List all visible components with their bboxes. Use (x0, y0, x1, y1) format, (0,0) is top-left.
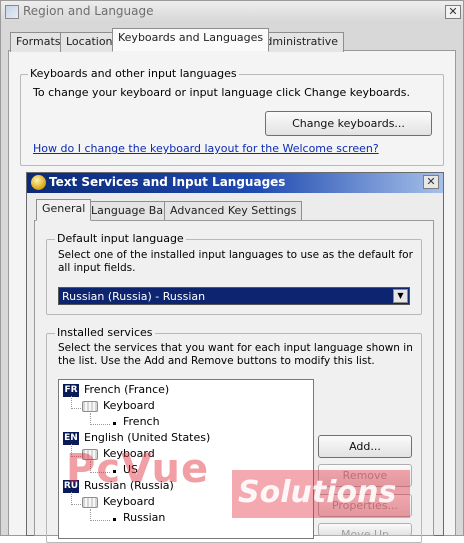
dialog-close-button[interactable]: ✕ (423, 175, 439, 189)
welcome-screen-link[interactable]: How do I change the keyboard layout for … (33, 142, 379, 155)
tree-item-label: English (United States) (84, 431, 211, 444)
tree-connector (71, 504, 81, 505)
tree-item-russian-keyboard[interactable]: Keyboard (103, 495, 155, 508)
add-button[interactable]: Add... (318, 435, 412, 458)
default-input-language-select[interactable]: Russian (Russia) - Russian ▼ (58, 287, 410, 305)
close-button[interactable]: ✕ (445, 5, 461, 19)
tab-location[interactable]: Location (60, 32, 119, 52)
tree-connector (71, 408, 81, 409)
selected-language-value: Russian (Russia) - Russian (62, 290, 206, 303)
dialog-title: Text Services and Input Languages (49, 175, 286, 189)
change-keyboards-button[interactable]: Change keyboards... (265, 111, 432, 136)
tab-formats[interactable]: Formats (10, 32, 67, 52)
keyboards-description: To change your keyboard or input languag… (33, 86, 410, 99)
keyboard-icon (82, 401, 98, 412)
default-input-description: Select one of the installed input langua… (58, 249, 413, 274)
watermark-pcvue: PcVue (66, 446, 210, 492)
watermark-solutions: Solutions (232, 470, 410, 518)
tab-keyboards-and-languages[interactable]: Keyboards and Languages (112, 28, 270, 52)
tree-connector (90, 520, 110, 521)
installed-services-legend: Installed services (55, 326, 155, 339)
bullet-icon (113, 422, 116, 425)
installed-services-description: Select the services that you want for ea… (58, 342, 413, 367)
window-title-bar: Region and Language ✕ (1, 1, 463, 23)
tab-language-bar[interactable]: Language Bar (85, 201, 174, 220)
default-input-language-legend: Default input language (55, 232, 186, 245)
text-services-icon (31, 175, 46, 190)
keyboard-icon (82, 497, 98, 508)
tree-item-russian-layout[interactable]: Russian (123, 511, 165, 524)
tree-item-french-keyboard[interactable]: Keyboard (103, 399, 155, 412)
tab-advanced-key-settings[interactable]: Advanced Key Settings (164, 201, 303, 220)
keyboards-group-legend: Keyboards and other input languages (28, 67, 239, 80)
tree-item-label: French (France) (84, 383, 170, 396)
window-title: Region and Language (23, 4, 154, 18)
dialog-title-bar: Text Services and Input Languages ✕ (27, 173, 443, 193)
dropdown-arrow-icon[interactable]: ▼ (393, 289, 408, 303)
globe-icon (5, 5, 19, 19)
tree-connector (90, 424, 110, 425)
tree-item-french-layout[interactable]: French (123, 415, 160, 428)
move-up-button[interactable]: Move Up (318, 523, 412, 536)
tab-general[interactable]: General (36, 199, 92, 221)
bullet-icon (113, 518, 116, 521)
